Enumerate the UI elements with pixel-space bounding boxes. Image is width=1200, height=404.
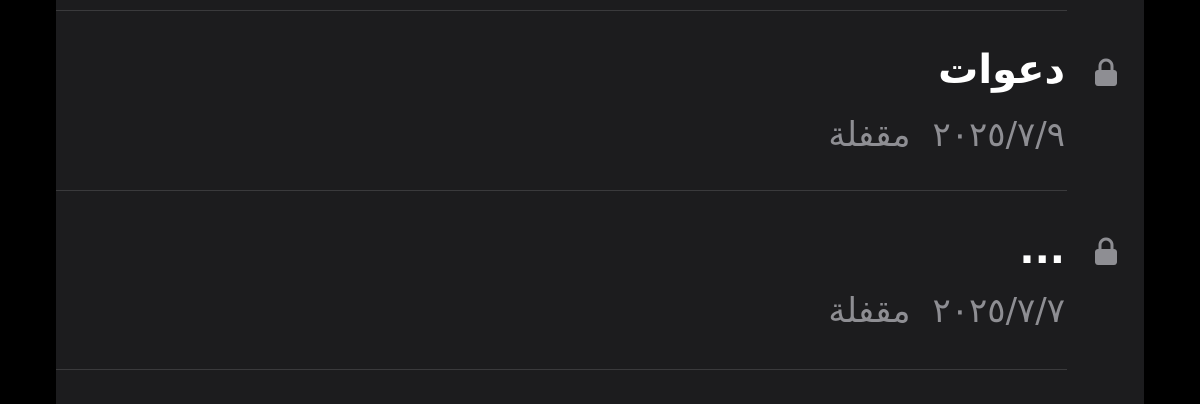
lock-icon bbox=[1094, 57, 1118, 87]
note-title: دعوات bbox=[938, 47, 1065, 93]
note-meta: ٢٠٢٥/٧/٧ مقفلة bbox=[828, 290, 1065, 332]
notes-list: دعوات ٢٠٢٥/٧/٩ مقفلة ... ٢٠٢٥/٧/٧ مقفلة bbox=[56, 0, 1144, 404]
list-separator bbox=[56, 369, 1067, 370]
note-meta: ٢٠٢٥/٧/٩ مقفلة bbox=[828, 114, 1065, 156]
note-title: ... bbox=[1019, 227, 1065, 273]
note-row-2[interactable]: ... ٢٠٢٥/٧/٧ مقفلة bbox=[56, 191, 1144, 369]
note-status: مقفلة bbox=[828, 115, 911, 155]
note-status: مقفلة bbox=[828, 291, 911, 331]
lock-icon bbox=[1094, 236, 1118, 266]
note-row-1[interactable]: دعوات ٢٠٢٥/٧/٩ مقفلة bbox=[56, 11, 1144, 189]
note-date: ٢٠٢٥/٧/٧ bbox=[932, 291, 1065, 331]
notes-screen: دعوات ٢٠٢٥/٧/٩ مقفلة ... ٢٠٢٥/٧/٧ مقفلة bbox=[0, 0, 1200, 404]
note-date: ٢٠٢٥/٧/٩ bbox=[932, 115, 1065, 155]
